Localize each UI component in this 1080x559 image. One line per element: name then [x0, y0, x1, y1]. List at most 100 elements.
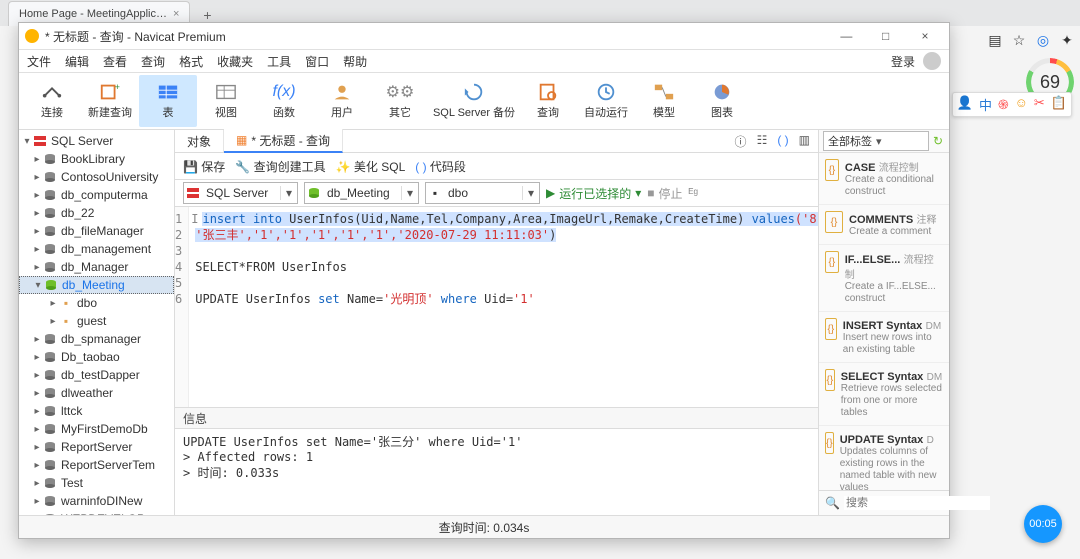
snippet-search[interactable]: 🔍 — [819, 490, 949, 515]
close-icon[interactable]: × — [173, 8, 179, 20]
db-tree[interactable]: ▾SQL Server ▸BookLibrary▸ContosoUniversi… — [19, 130, 175, 515]
tool-other[interactable]: ⚙⚙其它 — [371, 75, 429, 127]
sql-editor[interactable]: 123456 Iinsert into UserInfos(Uid,Name,T… — [175, 207, 818, 407]
tree-db-item[interactable]: ▸lttck — [19, 402, 174, 420]
info-icon[interactable]: ⓘ — [735, 133, 747, 150]
stop-button[interactable]: ■ 停止 — [647, 185, 682, 202]
tree-db-item[interactable]: ▸db_testDapper — [19, 366, 174, 384]
tree-db-item[interactable]: ▸db_spmanager — [19, 330, 174, 348]
tool-chart[interactable]: 图表 — [693, 75, 751, 127]
minimize-button[interactable]: — — [828, 29, 864, 43]
menu-item[interactable]: 文件 — [27, 53, 51, 70]
tool-user[interactable]: 用户 — [313, 75, 371, 127]
save-button[interactable]: 💾 保存 — [183, 158, 225, 175]
snippet-icon: {} — [825, 251, 839, 273]
search-input[interactable] — [844, 496, 990, 510]
line-gutter: 123456 — [175, 207, 189, 407]
maximize-button[interactable]: □ — [868, 29, 904, 43]
window-title: * 无标题 - 查询 - Navicat Premium — [45, 28, 828, 45]
timer-badge[interactable]: 00:05 — [1024, 505, 1062, 543]
menu-item[interactable]: 帮助 — [343, 53, 367, 70]
menu-item[interactable]: 查看 — [103, 53, 127, 70]
info-tab[interactable]: 信息 — [175, 407, 818, 429]
login-link[interactable]: 登录 — [891, 53, 915, 70]
tool-function[interactable]: f(x)函数 — [255, 75, 313, 127]
beautify-button[interactable]: ✨ 美化 SQL — [336, 158, 406, 175]
builder-button[interactable]: 🔧 查询创建工具 — [235, 158, 325, 175]
run-button[interactable]: ▶ 运行已选择的 ▾ — [546, 185, 641, 202]
tree-db-item[interactable]: ▸ContosoUniversity — [19, 168, 174, 186]
puzzle-icon[interactable]: ✦ — [1058, 32, 1076, 49]
app-icon — [25, 29, 39, 43]
tree-db-item[interactable]: ▸db_22 — [19, 204, 174, 222]
snippet-item[interactable]: {}UPDATE Syntax DUpdates columns of exis… — [819, 426, 949, 490]
tree-db-item[interactable]: ▸BookLibrary — [19, 150, 174, 168]
tree-db-item[interactable]: ▸db_management — [19, 240, 174, 258]
tree-db-item[interactable]: ▾db_Meeting — [19, 276, 174, 294]
tree-schema-item[interactable]: ▸▪dbo — [19, 294, 174, 312]
tool-new-query[interactable]: +新建查询 — [81, 75, 139, 127]
tree-server[interactable]: ▾SQL Server — [19, 132, 174, 150]
snippet-item[interactable]: {}SELECT Syntax DMRetrieve rows selected… — [819, 363, 949, 426]
tool-icon[interactable]: ֍ — [998, 95, 1009, 114]
tool-icon[interactable]: 中 — [979, 95, 992, 114]
tree-db-item[interactable]: ▸db_fileManager — [19, 222, 174, 240]
ext-icon[interactable]: ◎ — [1034, 32, 1052, 49]
combo-schema[interactable]: ▪dbo▾ — [425, 182, 540, 204]
scissors-icon[interactable]: ✂ — [1034, 95, 1045, 114]
tool-automation[interactable]: 自动运行 — [577, 75, 635, 127]
tool-model[interactable]: 模型 — [635, 75, 693, 127]
tool-connect[interactable]: 连接 — [23, 75, 81, 127]
menu-item[interactable]: 工具 — [267, 53, 291, 70]
menu-item[interactable]: 编辑 — [65, 53, 89, 70]
snippet-icon: {} — [825, 369, 835, 391]
tree-db-item[interactable]: ▸db_Manager — [19, 258, 174, 276]
close-button[interactable]: × — [907, 29, 943, 43]
floating-toolbar[interactable]: 👤 中 ֍ ☺ ✂ 📋 — [952, 92, 1072, 117]
tab-objects[interactable]: 对象 — [175, 130, 224, 152]
tree-db-item[interactable]: ▸ReportServer — [19, 438, 174, 456]
star-icon[interactable]: ☆ — [1010, 32, 1028, 49]
tool-icon[interactable]: ☺ — [1015, 95, 1028, 114]
tool-table[interactable]: 表 — [139, 75, 197, 127]
connection-selector: SQL Server▾ db_Meeting▾ ▪dbo▾ ▶ 运行已选择的 ▾… — [175, 180, 818, 207]
snippet-item[interactable]: {}CASE 流程控制Create a conditional construc… — [819, 153, 949, 205]
tab-query[interactable]: ▦* 无标题 - 查询 — [224, 129, 343, 153]
tree-db-item[interactable]: ▸dlweather — [19, 384, 174, 402]
tool-backup[interactable]: SQL Server 备份 — [429, 75, 519, 127]
combo-server[interactable]: SQL Server▾ — [183, 182, 298, 204]
tree-db-item[interactable]: ▸Test — [19, 474, 174, 492]
segment-button[interactable]: ( ) 代码段 — [415, 158, 466, 175]
menu-item[interactable]: 格式 — [179, 53, 203, 70]
snippet-item[interactable]: {}IF...ELSE... 流程控制Create a IF...ELSE...… — [819, 245, 949, 312]
menu-item[interactable]: 收藏夹 — [217, 53, 253, 70]
snippet-item[interactable]: {}COMMENTS 注释Create a comment — [819, 205, 949, 245]
ext-icon[interactable]: ▤ — [986, 32, 1004, 49]
snippet-filter[interactable]: 全部标签▾ — [823, 131, 929, 151]
combo-database[interactable]: db_Meeting▾ — [304, 182, 419, 204]
tool-icon[interactable]: 📋 — [1051, 95, 1067, 114]
tree-db-item[interactable]: ▸ReportServerTem — [19, 456, 174, 474]
refresh-icon[interactable]: ↻ — [933, 134, 949, 148]
tool-view[interactable]: 视图 — [197, 75, 255, 127]
browser-tab-title: Home Page - MeetingApplic… — [19, 8, 167, 20]
avatar-icon[interactable] — [923, 52, 941, 70]
tree-db-item[interactable]: ▸Db_taobao — [19, 348, 174, 366]
info-icon[interactable]: ☷ — [757, 133, 768, 150]
snippet-item[interactable]: {}INSERT Syntax DMInsert new rows into a… — [819, 312, 949, 363]
tool-query[interactable]: 查询 — [519, 75, 577, 127]
tree-db-item[interactable]: ▸warninfoDINew — [19, 492, 174, 510]
tree-schema-item[interactable]: ▸▪guest — [19, 312, 174, 330]
grid-icon[interactable]: ▥ — [799, 133, 810, 150]
timer-value: 00:05 — [1029, 518, 1057, 530]
explain-icon[interactable]: ᴱᵍ — [689, 186, 698, 200]
tree-db-item[interactable]: ▸MyFirstDemoDb — [19, 420, 174, 438]
menu-item[interactable]: 查询 — [141, 53, 165, 70]
menu-item[interactable]: 窗口 — [305, 53, 329, 70]
tree-db-item[interactable]: ▸db_computerma — [19, 186, 174, 204]
editor-tabs: 对象 ▦* 无标题 - 查询 ⓘ ☷ ( ) ▥ — [175, 130, 818, 153]
main-toolbar: 连接 +新建查询 表 视图 f(x)函数 用户 ⚙⚙其它 SQL Server … — [19, 73, 949, 130]
code-area[interactable]: Iinsert into UserInfos(Uid,Name,Tel,Comp… — [189, 207, 818, 407]
tool-icon[interactable]: 👤 — [957, 95, 973, 114]
paren-icon[interactable]: ( ) — [777, 133, 788, 150]
